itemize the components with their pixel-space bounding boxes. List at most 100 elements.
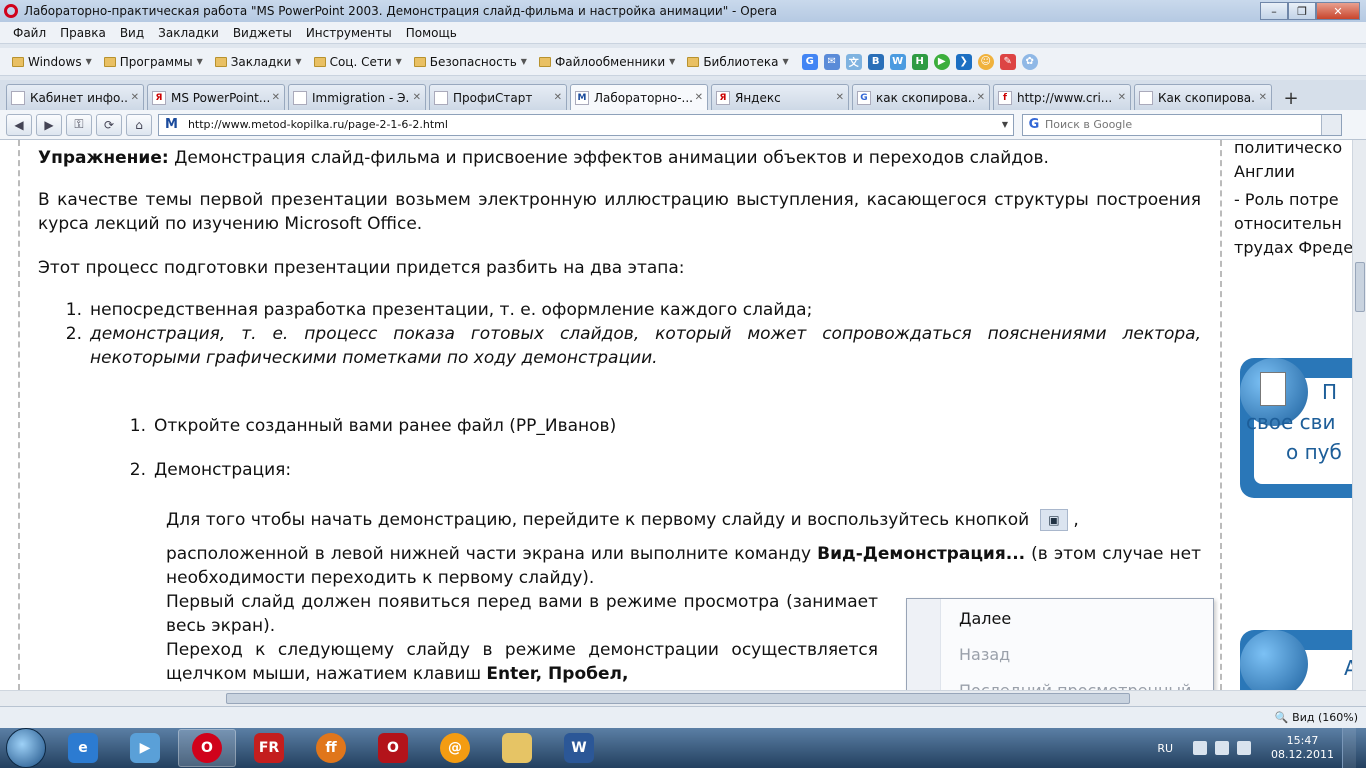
tab-close-icon[interactable]: ✕ bbox=[131, 92, 139, 103]
bookmark-folder-bookmarks[interactable]: Закладки ▼ bbox=[209, 55, 308, 69]
tab-close-icon[interactable]: ✕ bbox=[554, 92, 562, 103]
taskbar-word[interactable]: W bbox=[550, 729, 608, 767]
url-dropdown-icon[interactable]: ▼ bbox=[997, 120, 1013, 129]
tab-9[interactable]: Как скопирова... ✕ bbox=[1134, 84, 1272, 110]
scroll-thumb[interactable] bbox=[1355, 262, 1365, 312]
opera-logo-icon bbox=[4, 4, 18, 18]
tab-6[interactable]: Я Яндекс ✕ bbox=[711, 84, 849, 110]
folder-icon bbox=[538, 56, 551, 67]
start-button[interactable] bbox=[6, 728, 46, 768]
network-icon[interactable] bbox=[1215, 741, 1230, 755]
play-icon[interactable]: ▶ bbox=[933, 53, 950, 70]
taskbar-firefox[interactable]: ff bbox=[302, 729, 360, 767]
bookmark-folder-windows[interactable]: Windows ▼ bbox=[6, 55, 98, 69]
tab-4[interactable]: ПрофиСтарт ✕ bbox=[429, 84, 567, 110]
bookmark-folder-social[interactable]: Соц. Сети ▼ bbox=[308, 55, 408, 69]
favicon-icon: M bbox=[575, 90, 589, 105]
home-button[interactable]: ⌂ bbox=[126, 113, 152, 136]
tab-close-icon[interactable]: ✕ bbox=[413, 92, 421, 103]
taskbar-media[interactable]: ▶ bbox=[116, 729, 174, 767]
mail-agent-icon: @ bbox=[440, 733, 470, 763]
arrow-icon[interactable]: ❯ bbox=[955, 53, 972, 70]
pen-icon[interactable]: ✎ bbox=[999, 53, 1016, 70]
tab-close-icon[interactable]: ✕ bbox=[272, 92, 280, 103]
horizontal-scrollbar[interactable] bbox=[0, 690, 1366, 706]
zoom-control[interactable]: 🔍 Вид (160%) bbox=[1274, 711, 1358, 724]
menu-widgets[interactable]: Виджеты bbox=[226, 26, 299, 40]
search-box[interactable]: G bbox=[1022, 113, 1342, 136]
menu-tools[interactable]: Инструменты bbox=[299, 26, 399, 40]
tab-1[interactable]: Кабинет инфо... ✕ bbox=[6, 84, 144, 110]
url-input[interactable] bbox=[187, 118, 997, 131]
banner-certificate[interactable]: П свое сви о пуб bbox=[1240, 358, 1352, 498]
taskbar-explorer[interactable] bbox=[488, 729, 546, 767]
maximize-button[interactable]: ❐ bbox=[1288, 2, 1316, 20]
flag-icon[interactable] bbox=[1193, 741, 1208, 755]
page-content: Упражнение: Демонстрация слайд-фильма и … bbox=[0, 140, 1352, 690]
language-indicator[interactable]: RU bbox=[1157, 742, 1173, 755]
sidebar-text: относительн bbox=[1234, 214, 1342, 233]
tab-5-active[interactable]: M Лабораторно-... ✕ bbox=[570, 84, 708, 110]
bookmark-folder-filesharing[interactable]: Файлообменники ▼ bbox=[533, 55, 681, 69]
stage-list: 1. непосредственная разработка презентаци… bbox=[54, 298, 1201, 370]
scroll-thumb[interactable] bbox=[226, 693, 1130, 704]
mail-icon[interactable]: ✉ bbox=[823, 53, 840, 70]
taskbar-mail[interactable]: @ bbox=[426, 729, 484, 767]
smile-icon[interactable]: ☺ bbox=[977, 53, 994, 70]
folder-icon bbox=[413, 56, 426, 67]
search-input[interactable] bbox=[1045, 118, 1321, 131]
tab-7[interactable]: Gкак скопирова... ✕ bbox=[852, 84, 990, 110]
tab-close-icon[interactable]: ✕ bbox=[695, 92, 703, 103]
translate-icon[interactable]: 文 bbox=[845, 53, 862, 70]
sidebar-text: политическо bbox=[1234, 140, 1343, 157]
tab-8[interactable]: f http://www.cri... ✕ bbox=[993, 84, 1131, 110]
banner-publication[interactable]: А bbox=[1240, 630, 1352, 690]
taskbar-opera-2[interactable]: O bbox=[364, 729, 422, 767]
bookmark-folder-security[interactable]: Безопасность ▼ bbox=[408, 55, 533, 69]
vertical-scrollbar[interactable] bbox=[1352, 140, 1366, 690]
tab-close-icon[interactable]: ✕ bbox=[1259, 92, 1267, 103]
reload-button[interactable]: ⟳ bbox=[96, 113, 122, 136]
key-icon[interactable]: ⚿ bbox=[66, 113, 92, 136]
minimize-button[interactable]: – bbox=[1260, 2, 1288, 20]
bookmark-folder-programs[interactable]: Программы ▼ bbox=[98, 55, 209, 69]
menu-view[interactable]: Вид bbox=[113, 26, 151, 40]
close-button[interactable]: ✕ bbox=[1316, 2, 1360, 20]
show-desktop-button[interactable] bbox=[1342, 728, 1356, 768]
tab-bar: Кабинет инфо... ✕ Я MS PowerPoint... ✕ Immi… bbox=[0, 80, 1366, 110]
tab-2[interactable]: Я MS PowerPoint... ✕ bbox=[147, 84, 285, 110]
google-icon[interactable]: G bbox=[801, 53, 818, 70]
article-column: Упражнение: Демонстрация слайд-фильма и … bbox=[18, 140, 1222, 690]
folder-icon bbox=[687, 56, 700, 67]
taskbar-fr[interactable]: FR bbox=[240, 729, 298, 767]
tab-close-icon[interactable]: ✕ bbox=[1118, 92, 1126, 103]
menu-bookmarks[interactable]: Закладки bbox=[151, 26, 226, 40]
favicon-icon: Я bbox=[716, 90, 730, 105]
tab-3[interactable]: Immigration - Э... ✕ bbox=[288, 84, 426, 110]
new-tab-button[interactable]: + bbox=[1279, 86, 1303, 110]
google-search-engine-icon[interactable]: G bbox=[1023, 117, 1045, 132]
taskbar-ie[interactable]: e bbox=[54, 729, 112, 767]
menu-file[interactable]: Файл bbox=[6, 26, 53, 40]
list-item: 1. непосредственная разработка презентаци… bbox=[65, 300, 813, 320]
wiki-icon[interactable]: W bbox=[889, 53, 906, 70]
back-button[interactable]: ◀ bbox=[6, 113, 32, 136]
volume-icon[interactable] bbox=[1237, 741, 1252, 755]
tab-close-icon[interactable]: ✕ bbox=[836, 92, 844, 103]
h-icon[interactable]: H bbox=[911, 53, 928, 70]
clock[interactable]: 15:47 08.12.2011 bbox=[1271, 734, 1334, 762]
word-icon: W bbox=[564, 733, 594, 763]
menu-help[interactable]: Помощь bbox=[399, 26, 464, 40]
address-bar[interactable]: M ▼ bbox=[158, 113, 1014, 136]
bookmark-folder-library[interactable]: Библиотека ▼ bbox=[681, 55, 794, 69]
taskbar-opera[interactable]: O bbox=[178, 729, 236, 767]
demo-paragraph-1: Для того чтобы начать демонстрацию, пере… bbox=[166, 509, 1079, 531]
tab-close-icon[interactable]: ✕ bbox=[977, 92, 985, 103]
menu-edit[interactable]: Правка bbox=[53, 26, 113, 40]
search-button[interactable] bbox=[1321, 114, 1341, 135]
flower-icon[interactable]: ✿ bbox=[1021, 53, 1038, 70]
sidebar-text: трудах Фреде bbox=[1234, 238, 1352, 257]
vk-icon[interactable]: В bbox=[867, 53, 884, 70]
forward-button[interactable]: ▶ bbox=[36, 113, 62, 136]
opera-icon: O bbox=[192, 733, 222, 763]
